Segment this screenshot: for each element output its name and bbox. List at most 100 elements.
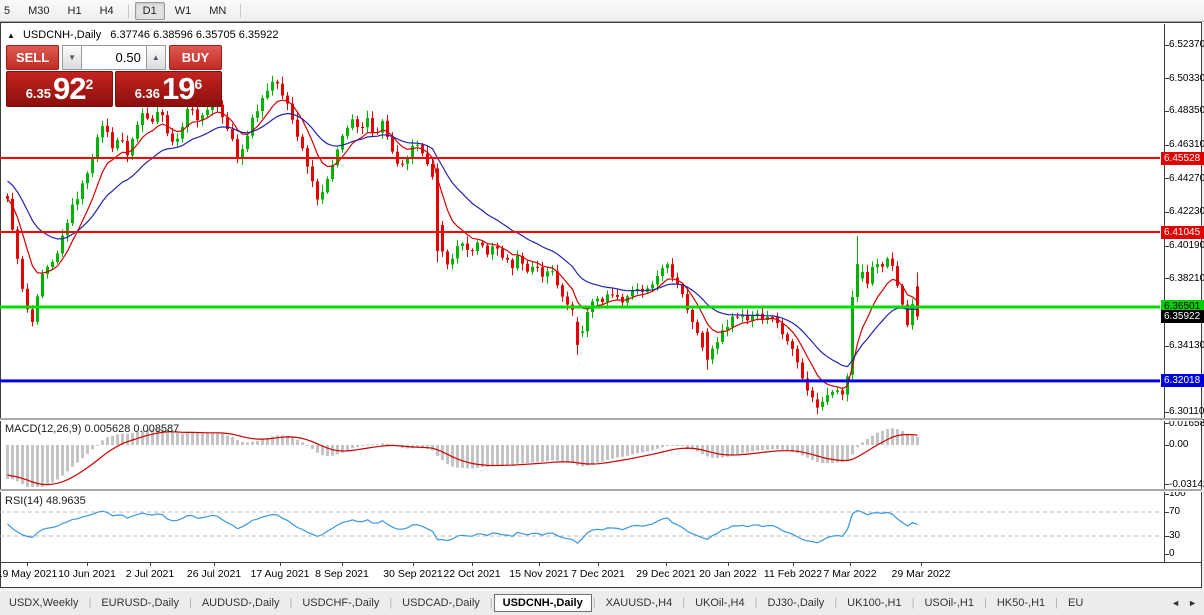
date-tick-label: 8 Sep 2021 [315,568,369,580]
volume-decrease-button[interactable]: ▼ [62,45,83,70]
price-tick-label: 6.50330 [1169,72,1204,84]
chart-symbol-period: USDCNH-,Daily [22,29,102,41]
buy-button[interactable]: BUY [168,45,222,70]
sell-price-big: 92 [53,71,86,106]
date-tick-mark [539,562,540,566]
chart-tab-dj30-daily[interactable]: DJ30-,Daily [758,594,833,612]
date-tick-label: 30 Sep 2021 [383,568,443,580]
timeframe-button-D1[interactable]: D1 [134,1,165,20]
macd-label: MACD(12,26,9) 0.005628 0.008587 [5,423,180,435]
rsi-label: RSI(14) 48.9635 [5,495,86,507]
tab-scroll-right-button[interactable]: ► [1184,596,1201,610]
timeframe-toolbar: 5 M30 H1 H4 D1 W1 MN [0,0,1204,22]
date-tick-label: 20 Jan 2022 [699,568,757,580]
price-tick-label: 6.46310 [1169,139,1204,151]
price-tick-label: 6.42230 [1169,206,1204,218]
date-tick-label: 10 Jun 2021 [58,568,116,580]
price-level-badge: 6.45528 [1161,151,1204,165]
chart-ohlc-values: 6.37746 6.38596 6.35705 6.35922 [110,29,279,41]
sell-button[interactable]: SELL [6,45,60,70]
price-level-badge: 6.32018 [1161,374,1204,388]
one-click-trade-panel: SELL ▼ 0.50 ▲ BUY 6.35 92 2 6.36 19 6 [6,45,222,107]
date-tick-label: 26 Jul 2021 [186,568,242,580]
trading-terminal: { "toolbar": { "timeframes": ["5","M30",… [0,0,1204,615]
chart-tab-xauusd-h4[interactable]: XAUUSD-,H4 [597,594,682,612]
date-tick-mark [413,562,414,566]
buy-price-sup: 6 [194,76,203,92]
timeframe-button-H4[interactable]: H4 [92,2,122,20]
date-tick-label: 19 May 2021 [0,568,58,580]
price-tick-label: 6.44270 [1169,172,1204,184]
rsi-indicator-chart[interactable] [0,491,1160,563]
date-tick-label: 2 Jul 2021 [125,568,175,580]
timeframe-button-MN[interactable]: MN [201,2,234,20]
price-tick-label: 6.38210 [1169,272,1204,284]
chart-tab-audusd-daily[interactable]: AUDUSD-,Daily [193,594,289,612]
price-level-badge: 6.41045 [1161,225,1204,239]
timeframe-button-M30[interactable]: M30 [20,2,57,20]
chart-tab-eu[interactable]: EU [1059,594,1092,612]
date-tick-mark [728,562,729,566]
volume-input[interactable]: 0.50 [82,45,146,70]
date-tick-mark [921,562,922,566]
buy-price-box[interactable]: 6.36 19 6 [115,71,222,107]
date-tick-mark [598,562,599,566]
date-tick-mark [87,562,88,566]
chart-tab-hk50-h1[interactable]: HK50-,H1 [988,594,1054,612]
price-axis-border [1164,24,1165,563]
chart-tab-usoil-h1[interactable]: USOil-,H1 [915,594,983,612]
rsi-tick-label: 70 [1169,506,1181,517]
timeframe-button-W1[interactable]: W1 [167,2,200,20]
price-tick-label: 6.48350 [1169,105,1204,117]
date-tick-mark [280,562,281,566]
date-tick-mark [793,562,794,566]
chart-tab-usdx-weekly[interactable]: USDX,Weekly [0,594,87,612]
price-tick-label: 6.40190 [1169,240,1204,252]
collapse-panel-icon[interactable]: ▲ [7,31,15,40]
sell-price-sup: 2 [85,76,94,92]
chart-tab-ukoil-h4[interactable]: UKOil-,H4 [686,594,754,612]
tab-scroll-left-button[interactable]: ◄ [1167,596,1184,610]
rsi-splitter[interactable] [0,489,1202,492]
chart-tab-usdchf-daily[interactable]: USDCHF-,Daily [293,594,388,612]
date-tick-mark [342,562,343,566]
timeframe-button-5[interactable]: 5 [0,2,18,20]
current-price-badge: 6.35922 [1161,310,1204,324]
date-tick-mark [150,562,151,566]
date-tick-label: 29 Mar 2022 [891,568,951,580]
price-tick-label: 6.34130 [1169,340,1204,352]
date-tick-label: 7 Dec 2021 [571,568,625,580]
sell-price-box[interactable]: 6.35 92 2 [6,71,113,107]
buy-price-small: 6.36 [134,86,161,101]
date-tick-mark [214,562,215,566]
date-tick-label: 29 Dec 2021 [636,568,696,580]
date-tick-label: 17 Aug 2021 [250,568,310,580]
timeframe-button-H1[interactable]: H1 [60,2,90,20]
chart-tab-usdcnh-daily[interactable]: USDCNH-,Daily [493,594,592,612]
volume-increase-button[interactable]: ▲ [145,45,166,70]
rsi-tick-label: 0 [1169,548,1175,559]
price-tick-label: 6.30110 [1169,406,1204,418]
date-tick-label: 11 Feb 2022 [763,568,823,580]
date-tick-mark [666,562,667,566]
buy-price-big: 19 [162,71,195,106]
rsi-tick-label: 30 [1169,530,1181,541]
macd-tick-label: 0.00 [1169,439,1189,450]
chart-tab-usdcad-daily[interactable]: USDCAD-,Daily [393,594,489,612]
date-tick-mark [27,562,28,566]
date-tick-label: 22 Oct 2021 [443,568,501,580]
chart-tab-bar: USDX,Weekly | EURUSD-,Daily | AUDUSD-,Daily |… [0,590,1204,615]
date-tick-label: 7 Mar 2022 [823,568,877,580]
chart-title: ▲ USDCNH-,Daily 6.37746 6.38596 6.35705 … [7,29,279,41]
chart-tab-eurusd-daily[interactable]: EURUSD-,Daily [92,594,188,612]
date-tick-label: 15 Nov 2021 [509,568,569,580]
macd-splitter[interactable] [0,418,1202,421]
chart-tab-uk100-h1[interactable]: UK100-,H1 [838,594,910,612]
date-axis-border [0,562,1202,563]
date-tick-mark [472,562,473,566]
toolbar-separator [127,3,129,18]
sell-price-small: 6.35 [25,86,52,101]
price-tick-label: 6.52370 [1169,39,1204,51]
date-tick-mark [850,562,851,566]
toolbar-separator [240,3,242,18]
